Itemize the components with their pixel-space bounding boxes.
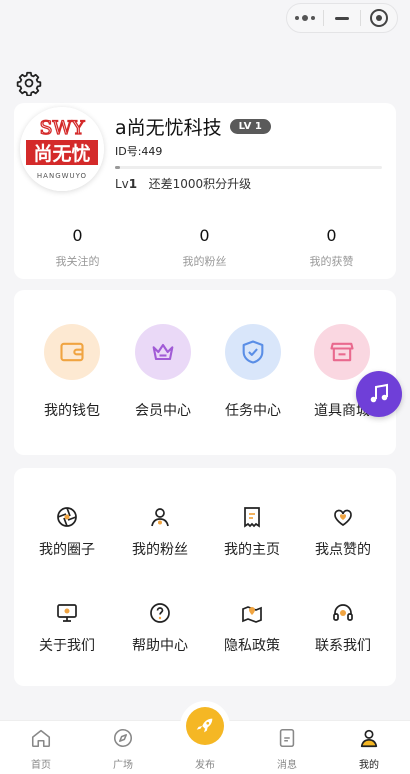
menu-my-circles[interactable]: 我的圈子 (22, 505, 112, 559)
menu-my-fans[interactable]: 我的粉丝 (115, 505, 205, 559)
headset-icon (333, 604, 353, 621)
tab-label: 首页 (31, 760, 51, 771)
logo-main-text: 尚无忧 (33, 142, 90, 165)
level-prefix: Lv (115, 177, 129, 191)
menu-label: 我的粉丝 (132, 542, 188, 558)
menu-label: 关于我们 (39, 638, 95, 654)
menu-help-center[interactable]: 帮助中心 (115, 601, 205, 655)
tab-publish-label: 发布 (195, 760, 215, 771)
feature-label: 任务中心 (225, 403, 281, 419)
tab-mine[interactable]: 我的 (328, 721, 410, 771)
more-dots-icon (295, 15, 315, 21)
feature-card: 我的钱包 会员中心 任务中心 道具商城 (14, 290, 396, 455)
tab-label: 消息 (277, 760, 297, 771)
minus-icon (335, 16, 349, 20)
menu-card: 我的圈子 我的粉丝 我的主页 我点赞的 关于我们 帮助中心 隐私政策 联系我们 (14, 468, 396, 686)
close-miniprogram-button[interactable] (361, 4, 397, 32)
menu-label: 隐私政策 (224, 638, 280, 654)
tab-publish[interactable] (186, 707, 224, 745)
stat-following[interactable]: 0 我关注的 (14, 226, 141, 269)
heart-icon (334, 509, 352, 527)
feature-tasks[interactable]: 任务中心 (208, 324, 298, 420)
level-hint: 还差1000积分升级 (148, 177, 252, 191)
company-logo: SWY 尚无忧 HANGWUYO (20, 107, 104, 191)
shield-check-icon (225, 324, 281, 380)
logo-sub-text: HANGWUYO (37, 172, 87, 180)
tab-home[interactable]: 首页 (0, 721, 82, 771)
target-icon (370, 9, 388, 27)
receipt-icon (244, 507, 260, 528)
music-player-button[interactable] (356, 371, 402, 417)
store-icon (314, 324, 370, 380)
more-button[interactable] (287, 4, 323, 32)
tab-plaza[interactable]: 广场 (82, 721, 164, 771)
stats-row: 0 我关注的 0 我的粉丝 0 我的获赞 (14, 226, 396, 269)
tab-messages[interactable]: 消息 (246, 721, 328, 771)
map-pin-icon (242, 606, 262, 623)
stat-value: 0 (72, 226, 83, 245)
feature-label: 我的钱包 (44, 403, 100, 419)
feature-membership[interactable]: 会员中心 (118, 324, 208, 420)
menu-my-homepage[interactable]: 我的主页 (207, 505, 297, 559)
wallet-icon (44, 324, 100, 380)
rocket-icon (196, 718, 213, 733)
feature-wallet[interactable]: 我的钱包 (27, 324, 117, 420)
monitor-icon (57, 604, 77, 622)
username-row: a尚无忧科技 LV 1 (115, 113, 271, 140)
username: a尚无忧科技 (115, 117, 222, 139)
profile-card: SWY 尚无忧 HANGWUYO a尚无忧科技 LV 1 ID号:449 Lv1… (14, 103, 396, 279)
stat-label: 我的获赞 (309, 255, 354, 268)
stat-value: 0 (326, 226, 337, 245)
stat-value: 0 (199, 226, 210, 245)
logo-text: SWY (39, 117, 85, 139)
tab-label: 广场 (113, 760, 133, 771)
level-progress-bar (115, 166, 382, 169)
top-bar (0, 0, 410, 40)
menu-about-us[interactable]: 关于我们 (22, 601, 112, 655)
tab-label: 我的 (359, 760, 379, 771)
menu-label: 联系我们 (315, 638, 371, 654)
feature-label: 会员中心 (135, 403, 191, 419)
menu-label: 我点赞的 (315, 542, 371, 558)
question-icon (150, 603, 170, 623)
stat-label: 我关注的 (55, 255, 100, 268)
menu-my-likes[interactable]: 我点赞的 (298, 505, 388, 559)
menu-contact-us[interactable]: 联系我们 (298, 601, 388, 655)
miniprogram-capsule (286, 3, 398, 33)
user-icon (360, 729, 378, 748)
stat-label: 我的粉丝 (182, 255, 227, 268)
compass-icon (113, 728, 133, 748)
aperture-icon (57, 507, 77, 527)
minimize-button[interactable] (324, 4, 360, 32)
message-icon (279, 728, 295, 748)
menu-label: 帮助中心 (132, 638, 188, 654)
avatar[interactable]: SWY 尚无忧 HANGWUYO (20, 107, 104, 191)
level-number: 1 (128, 177, 138, 191)
stat-fans[interactable]: 0 我的粉丝 (141, 226, 268, 269)
person-icon (151, 508, 169, 527)
stat-likes[interactable]: 0 我的获赞 (268, 226, 395, 269)
music-note-icon (370, 383, 388, 403)
menu-label: 我的主页 (224, 542, 280, 558)
level-badge: LV 1 (229, 119, 271, 134)
home-icon (31, 729, 51, 748)
user-id: ID号:449 (115, 145, 163, 158)
menu-privacy-policy[interactable]: 隐私政策 (207, 601, 297, 655)
crown-icon (135, 324, 191, 380)
level-info: Lv1 还差1000积分升级 (115, 175, 251, 192)
menu-label: 我的圈子 (39, 542, 95, 558)
settings-gear-icon[interactable] (16, 70, 42, 96)
level-progress-fill (115, 166, 121, 169)
